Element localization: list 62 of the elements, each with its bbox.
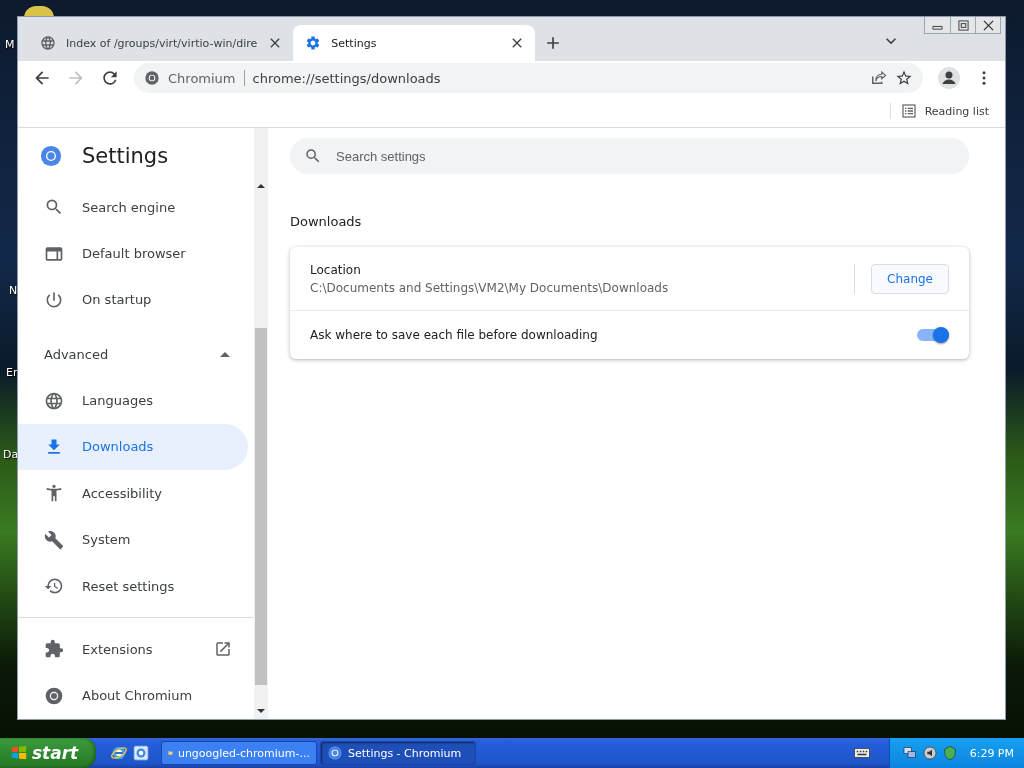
browser-e-icon[interactable] [110,744,128,762]
advanced-section-toggle[interactable]: Advanced [18,331,248,378]
toggle-switch[interactable] [917,327,949,343]
setting-label: Location [310,262,362,277]
network-icon[interactable] [901,745,918,761]
reload-icon[interactable] [100,68,120,88]
browser-tab[interactable]: Settings [293,25,536,61]
search-field[interactable]: Search settings [290,138,969,174]
start-button[interactable]: start [0,738,96,768]
scroll-up-icon [257,184,265,188]
sidebar-item[interactable]: Default browser [18,230,248,277]
scrollbar[interactable] [254,128,268,719]
sidebar-item[interactable]: System [18,516,248,563]
puzzle-icon [44,639,64,660]
clock: 6:29 PM [969,746,1014,760]
minimize-button[interactable] [925,17,950,33]
sidebar-item[interactable]: Search engine [18,184,248,231]
sidebar-item[interactable]: Accessibility [18,470,248,517]
sidebar-item[interactable]: About Chromium [18,672,248,719]
change-button[interactable]: Change [871,263,949,294]
browser-tab[interactable]: Index of /groups/virt/virtio-win/dire [28,25,294,61]
chromium-icon [44,685,64,706]
share-icon[interactable] [869,69,887,87]
chromium-logo-icon [40,145,62,167]
search-icon [304,147,322,165]
section-heading: Downloads [290,214,363,229]
wrench-icon [44,529,64,550]
desktop-icon-label: M [5,38,15,51]
maximize-button[interactable] [950,17,975,33]
collapse-caret-icon [220,351,230,357]
setting-label: Ask where to save each file before downloading [310,328,599,342]
close-button[interactable] [975,17,1000,33]
address-bar[interactable]: Chromium chrome://settings/downloads [134,63,923,93]
sidebar-item[interactable]: Languages [18,377,248,424]
sidebar-item[interactable]: Downloads [18,423,248,471]
download-path: C:\Documents and Settings\VM2\My Documents\Downloads [310,280,670,295]
sidebar-item[interactable]: Extensions [18,626,248,673]
speaker-icon[interactable] [921,745,938,761]
maximize-icon [957,19,969,31]
desktop-icon-label: Da [3,448,19,461]
chromium-icon [144,70,160,86]
sidebar-item[interactable]: Reset settings [18,562,248,610]
gear-icon [305,35,322,51]
profile-avatar-icon[interactable] [937,66,961,90]
accessibility-icon [44,483,64,504]
external-link-icon [214,640,232,659]
close-icon [982,19,994,31]
list-icon [900,103,917,119]
bookmark-star-icon[interactable] [895,69,913,87]
chromium-icon [327,745,343,761]
windows-logo-icon [10,744,28,762]
globe-icon [44,390,64,411]
desktop-shortcut-icon[interactable] [132,744,150,762]
desktop-icon-label: N [9,284,18,297]
taskbar-button[interactable]: Settings - Chromium [320,741,476,765]
globe-icon [40,35,56,51]
reading-list-button[interactable]: Reading list [900,103,989,119]
sidebar-item[interactable]: On startup [18,276,248,324]
page-title: Settings [82,144,169,168]
desktop-icon-label: Er [6,366,18,379]
taskbar-button[interactable]: ungoogled-chromium-... [161,741,317,765]
scroll-down-icon [257,709,265,713]
